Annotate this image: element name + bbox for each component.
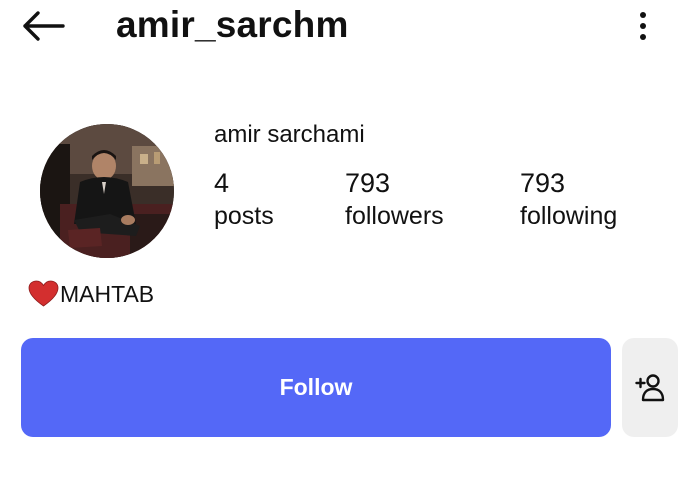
followers-label: followers bbox=[345, 202, 444, 230]
profile-bio: MAHTAB bbox=[28, 278, 154, 310]
more-options-button[interactable] bbox=[626, 6, 660, 46]
profile-username: amir_sarchm bbox=[116, 4, 349, 45]
follow-button[interactable]: Follow bbox=[21, 338, 611, 437]
following-count: 793 bbox=[520, 168, 566, 198]
posts-count: 4 bbox=[214, 168, 230, 198]
stat-following[interactable]: 793 following bbox=[520, 166, 617, 232]
arrow-left-icon bbox=[23, 11, 65, 41]
followers-count: 793 bbox=[345, 168, 391, 198]
profile-screen: amir_sarchm amir sarchami 4 posts 793 fo… bbox=[0, 0, 700, 500]
stat-followers[interactable]: 793 followers bbox=[345, 166, 444, 232]
avatar-photo bbox=[40, 124, 174, 258]
bio-text: MAHTAB bbox=[60, 281, 155, 307]
following-label: following bbox=[520, 202, 618, 230]
more-vertical-icon bbox=[640, 12, 646, 40]
back-button[interactable] bbox=[18, 6, 68, 46]
stat-posts[interactable]: 4 posts bbox=[214, 166, 274, 232]
suggested-users-button[interactable] bbox=[622, 338, 678, 437]
posts-label: posts bbox=[214, 202, 274, 230]
profile-avatar[interactable] bbox=[40, 124, 174, 258]
heart-icon bbox=[28, 280, 59, 308]
add-user-icon bbox=[635, 373, 665, 401]
display-name: amir sarchami bbox=[214, 121, 365, 148]
